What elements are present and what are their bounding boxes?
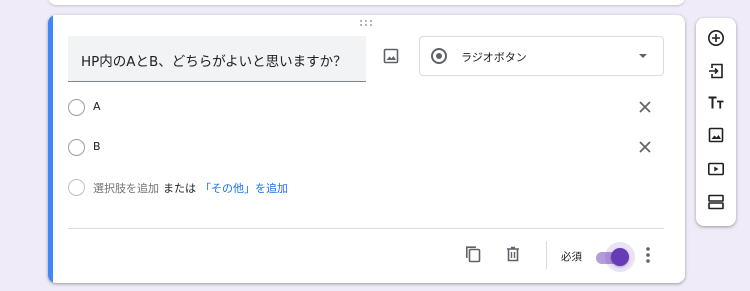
previous-question-card xyxy=(48,0,685,5)
radio-empty-icon xyxy=(68,179,85,196)
question-card[interactable]: HP内のAとB、どちらがよいと思いますか？ ラジオボタン A B 選択肢を追加ま… xyxy=(48,15,685,283)
add-option-button[interactable]: 選択肢を追加 xyxy=(93,182,159,195)
toggle-thumb xyxy=(611,248,629,266)
radio-empty-icon xyxy=(68,99,85,116)
add-circle-icon[interactable] xyxy=(706,28,726,48)
question-title-text: HP内のAとB、どちらがよいと思いますか？ xyxy=(81,54,347,70)
required-toggle[interactable] xyxy=(594,242,635,272)
question-type-label: ラジオボタン xyxy=(461,51,527,64)
option-label[interactable]: B xyxy=(93,140,101,153)
image-icon[interactable] xyxy=(381,46,401,66)
section-icon[interactable] xyxy=(706,192,726,212)
radio-button-icon xyxy=(431,48,447,64)
or-text: または xyxy=(163,182,196,195)
question-title-input[interactable]: HP内のAとB、どちらがよいと思いますか？ xyxy=(68,36,366,82)
drag-handle-icon[interactable] xyxy=(359,20,375,28)
duplicate-icon[interactable] xyxy=(463,244,483,264)
close-icon[interactable] xyxy=(637,99,653,115)
option-row[interactable]: A xyxy=(68,96,663,120)
footer-vertical-divider xyxy=(546,241,547,269)
close-icon[interactable] xyxy=(637,139,653,155)
option-label[interactable]: A xyxy=(93,100,101,113)
trash-icon[interactable] xyxy=(503,244,523,264)
video-icon[interactable] xyxy=(706,159,726,179)
more-vert-icon[interactable] xyxy=(640,245,656,265)
image-icon[interactable] xyxy=(706,125,726,145)
dropdown-caret-icon xyxy=(639,54,647,58)
add-option-row: 選択肢を追加 または 「その他」を追加 xyxy=(68,176,663,200)
add-other-link[interactable]: 「その他」を追加 xyxy=(200,182,288,195)
option-row[interactable]: B xyxy=(68,136,663,160)
import-icon[interactable] xyxy=(706,61,726,81)
footer-divider xyxy=(68,228,664,229)
title-icon[interactable] xyxy=(706,93,726,113)
side-toolbar xyxy=(696,18,736,226)
radio-empty-icon xyxy=(68,139,85,156)
required-label: 必須 xyxy=(561,251,582,263)
question-type-dropdown[interactable]: ラジオボタン xyxy=(419,36,664,76)
active-indicator xyxy=(48,15,53,283)
